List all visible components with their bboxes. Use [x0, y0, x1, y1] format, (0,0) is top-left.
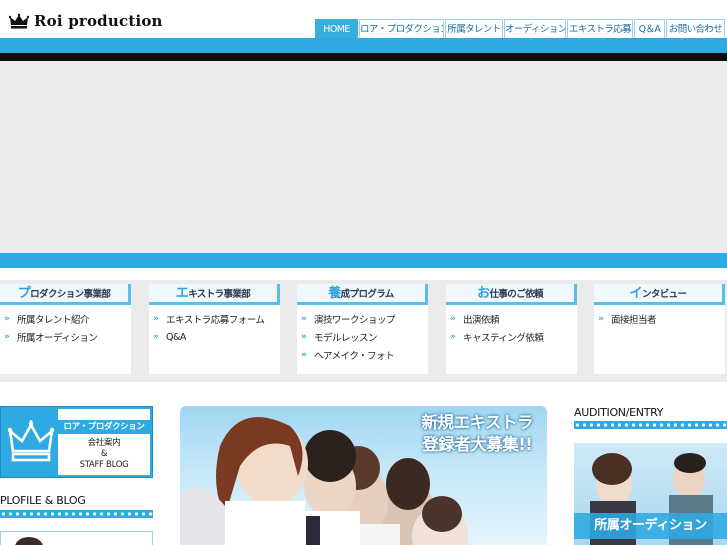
header-blue-band	[0, 38, 727, 53]
link-casting-request[interactable]: » キャスティング依頼	[450, 328, 577, 346]
extra-recruit-banner[interactable]: 新規エキストラ 登録者大募集!!	[180, 406, 547, 545]
dotted-rule	[574, 421, 727, 429]
audition-banner[interactable]: 所属オーディション	[574, 443, 727, 545]
category-heading[interactable]: プロダクション事業部	[0, 284, 131, 305]
global-nav: HOME ロア・プロダクション 所属タレント オーディション エキストラ応募 Q…	[315, 19, 726, 39]
profile-blog-heading: PLOFILE & BLOG	[0, 494, 86, 507]
company-blog-banner[interactable]: ロア・プロダクション 会社案内 & STAFF BLOG	[0, 406, 153, 478]
link-talent-intro[interactable]: » 所属タレント紹介	[4, 310, 131, 328]
crown-icon	[7, 420, 55, 462]
nav-home[interactable]: HOME	[315, 19, 358, 39]
link-extra-form[interactable]: » エキストラ応募フォーム	[153, 310, 280, 328]
link-hairmake-photo[interactable]: » ヘアメイク・フォト	[301, 346, 428, 364]
audition-entry-heading: AUDITION/ENTRY	[574, 406, 664, 419]
nav-audition[interactable]: オーディション	[504, 19, 566, 39]
category-heading[interactable]: 養成プログラム	[297, 284, 428, 305]
crown-icon	[9, 13, 29, 29]
banner-title: ロア・プロダクション	[58, 420, 150, 434]
profile-card[interactable]	[0, 531, 153, 545]
avatar	[15, 537, 43, 545]
double-chevron-icon: »	[153, 332, 159, 342]
link-affiliate-audition[interactable]: » 所属オーディション	[4, 328, 131, 346]
category-heading[interactable]: エキストラ事業部	[149, 284, 280, 305]
banner-text-panel: ロア・プロダクション 会社案内 & STAFF BLOG	[58, 409, 150, 475]
category-panel: プロダクション事業部 » 所属タレント紹介 » 所属オーディション エキストラ事業部…	[0, 280, 727, 382]
banner-line: &	[100, 449, 108, 459]
double-chevron-icon: »	[301, 332, 307, 342]
category-production: プロダクション事業部 » 所属タレント紹介 » 所属オーディション	[0, 284, 131, 374]
banner-headline: 新規エキストラ 登録者大募集!!	[421, 412, 533, 456]
double-chevron-icon: »	[301, 350, 307, 360]
double-chevron-icon: »	[450, 314, 456, 324]
double-chevron-icon: »	[4, 332, 10, 342]
nav-qa[interactable]: Q＆A	[634, 19, 665, 39]
headline-line: 登録者大募集!!	[422, 435, 533, 454]
headline-line: 新規エキストラ	[421, 413, 533, 432]
nav-contact[interactable]: お問い合わせ	[666, 19, 725, 39]
double-chevron-icon: »	[598, 314, 604, 324]
banner-line: STAFF BLOG	[79, 460, 129, 470]
logo-text: Roi production	[34, 12, 163, 30]
site-logo[interactable]: Roi production	[9, 11, 163, 31]
link-interviewer[interactable]: » 面接担当者	[598, 310, 725, 328]
nav-extra[interactable]: エキストラ応募	[567, 19, 633, 39]
link-appearance-request[interactable]: » 出演依頼	[450, 310, 577, 328]
category-training: 養成プログラム » 演技ワークショップ » モデルレッスン » ヘアメイク・フォト	[297, 284, 428, 374]
category-work-request: お仕事のご依頼 » 出演依頼 » キャスティング依頼	[446, 284, 577, 374]
banner-line: 会社案内	[87, 438, 121, 448]
spacer	[0, 268, 727, 280]
link-acting-workshop[interactable]: » 演技ワークショップ	[301, 310, 428, 328]
header-black-band	[0, 53, 727, 61]
link-qa[interactable]: » Q&A	[153, 328, 280, 346]
category-interview: インタビュー » 面接担当者	[594, 284, 725, 374]
category-heading[interactable]: インタビュー	[594, 284, 725, 305]
double-chevron-icon: »	[4, 314, 10, 324]
hero-area	[0, 61, 727, 253]
nav-roi-production[interactable]: ロア・プロダクション	[359, 19, 444, 39]
double-chevron-icon: »	[301, 314, 307, 324]
link-model-lesson[interactable]: » モデルレッスン	[301, 328, 428, 346]
double-chevron-icon: »	[450, 332, 456, 342]
nav-talent[interactable]: 所属タレント	[445, 19, 503, 39]
double-chevron-icon: »	[153, 314, 159, 324]
dotted-rule	[0, 510, 153, 518]
audition-label: 所属オーディション	[574, 513, 727, 539]
hero-blue-band	[0, 253, 727, 268]
category-heading[interactable]: お仕事のご依頼	[446, 284, 577, 305]
category-extra: エキストラ事業部 » エキストラ応募フォーム » Q&A	[149, 284, 280, 374]
